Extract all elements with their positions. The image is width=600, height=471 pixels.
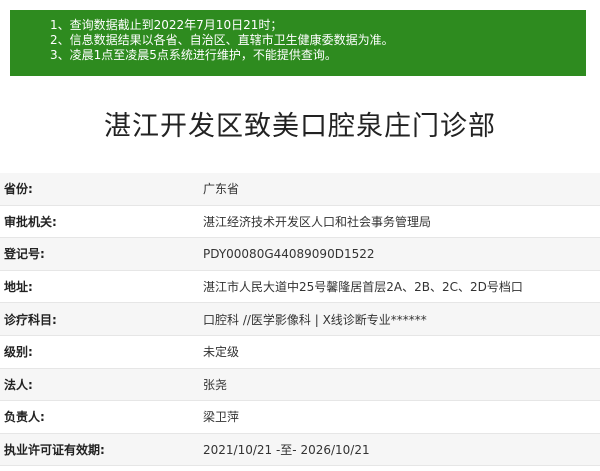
row-value: 口腔科 //医学影像科 | X线诊断专业****** xyxy=(203,312,427,327)
table-row-address: 地址: 湛江市人民大道中25号馨隆居首层2A、2B、2C、2D号档口 xyxy=(0,270,600,304)
info-table: 省份: 广东省 审批机关: 湛江经济技术开发区人口和社会事务管理局 登记号: P… xyxy=(0,173,600,467)
row-label: 法人: xyxy=(4,377,33,392)
table-row-departments: 诊疗科目: 口腔科 //医学影像科 | X线诊断专业****** xyxy=(0,303,600,336)
row-value: PDY00080G44089090D1522 xyxy=(203,246,375,261)
table-row-approval-authority: 审批机关: 湛江经济技术开发区人口和社会事务管理局 xyxy=(0,205,600,239)
row-value: 广东省 xyxy=(203,182,240,197)
notice-line: 2、信息数据结果以各省、自治区、直辖市卫生健康委数据为准。 xyxy=(50,33,394,47)
table-row-person-in-charge: 负责人: 梁卫萍 xyxy=(0,401,600,434)
table-row-legal-person: 法人: 张尧 xyxy=(0,368,600,402)
row-label: 诊疗科目: xyxy=(4,312,57,327)
row-value: 梁卫萍 xyxy=(203,410,240,425)
row-value: 湛江经济技术开发区人口和社会事务管理局 xyxy=(203,214,432,229)
row-value: 湛江市人民大道中25号馨隆居首层2A、2B、2C、2D号档口 xyxy=(203,280,523,295)
row-label: 负责人: xyxy=(4,410,45,425)
row-label: 登记号: xyxy=(4,247,45,262)
table-row-license-validity: 执业许可证有效期: 2021/10/21 -至- 2026/10/21 xyxy=(0,433,600,467)
row-value: 未定级 xyxy=(203,345,240,360)
row-label: 审批机关: xyxy=(4,214,57,229)
notice-line: 1、查询数据截止到2022年7月10日21时； xyxy=(50,18,283,32)
row-value: 张尧 xyxy=(203,377,228,392)
table-row-level: 级别: 未定级 xyxy=(0,335,600,369)
table-row-registration-number: 登记号: PDY00080G44089090D1522 xyxy=(0,238,600,271)
table-row-province: 省份: 广东省 xyxy=(0,173,600,206)
row-label: 级别: xyxy=(4,345,33,360)
notice-line: 3、凌晨1点至凌晨5点系统进行维护，不能提供查询。 xyxy=(50,48,337,62)
row-label: 地址: xyxy=(4,280,33,295)
notice-banner: 1、查询数据截止到2022年7月10日21时； 2、信息数据结果以各省、自治区、… xyxy=(10,10,586,76)
row-value: 2021/10/21 -至- 2026/10/21 xyxy=(203,443,370,458)
row-label: 省份: xyxy=(4,182,33,197)
row-label: 执业许可证有效期: xyxy=(4,443,105,458)
page-title: 湛江开发区致美口腔泉庄门诊部 xyxy=(104,111,496,142)
